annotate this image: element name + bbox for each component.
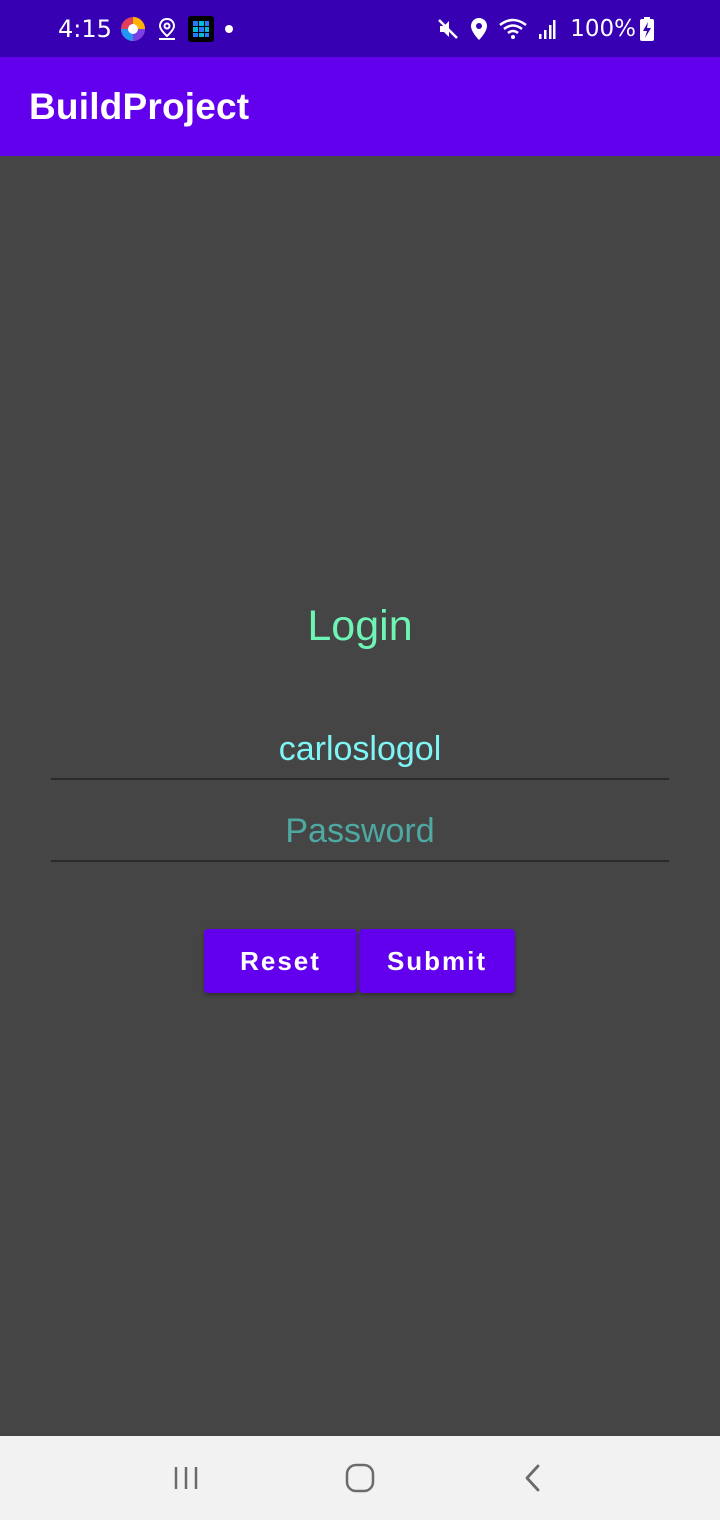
battery-percent: 100% bbox=[570, 15, 636, 42]
browser-icon bbox=[120, 16, 146, 42]
username-field[interactable] bbox=[51, 720, 669, 780]
login-title: Login bbox=[307, 602, 413, 650]
app-grid-icon bbox=[187, 15, 214, 42]
battery-charging-icon bbox=[640, 16, 654, 41]
recents-icon[interactable] bbox=[157, 1448, 217, 1508]
app-bar: BuildProject bbox=[0, 57, 720, 156]
navigation-bar bbox=[0, 1436, 720, 1520]
mute-icon bbox=[436, 17, 460, 41]
app-title: BuildProject bbox=[29, 85, 250, 127]
status-bar: 4:15 100% bbox=[0, 0, 720, 57]
wifi-icon bbox=[498, 17, 528, 41]
reset-button[interactable]: Reset bbox=[204, 929, 357, 993]
notification-dot-icon bbox=[224, 24, 234, 34]
location-icon bbox=[470, 17, 488, 41]
back-icon[interactable] bbox=[503, 1448, 563, 1508]
submit-button[interactable]: Submit bbox=[359, 929, 515, 993]
status-bar-left: 4:15 bbox=[58, 15, 244, 43]
username-input[interactable] bbox=[51, 729, 669, 769]
password-input[interactable] bbox=[51, 811, 669, 851]
status-bar-right: 100% bbox=[436, 16, 664, 42]
login-screen: Login Reset Submit bbox=[0, 156, 720, 1436]
location-pin-icon bbox=[156, 17, 178, 41]
password-field[interactable] bbox=[51, 802, 669, 862]
status-time: 4:15 bbox=[58, 14, 112, 43]
signal-icon bbox=[538, 18, 556, 40]
home-icon[interactable] bbox=[330, 1448, 390, 1508]
